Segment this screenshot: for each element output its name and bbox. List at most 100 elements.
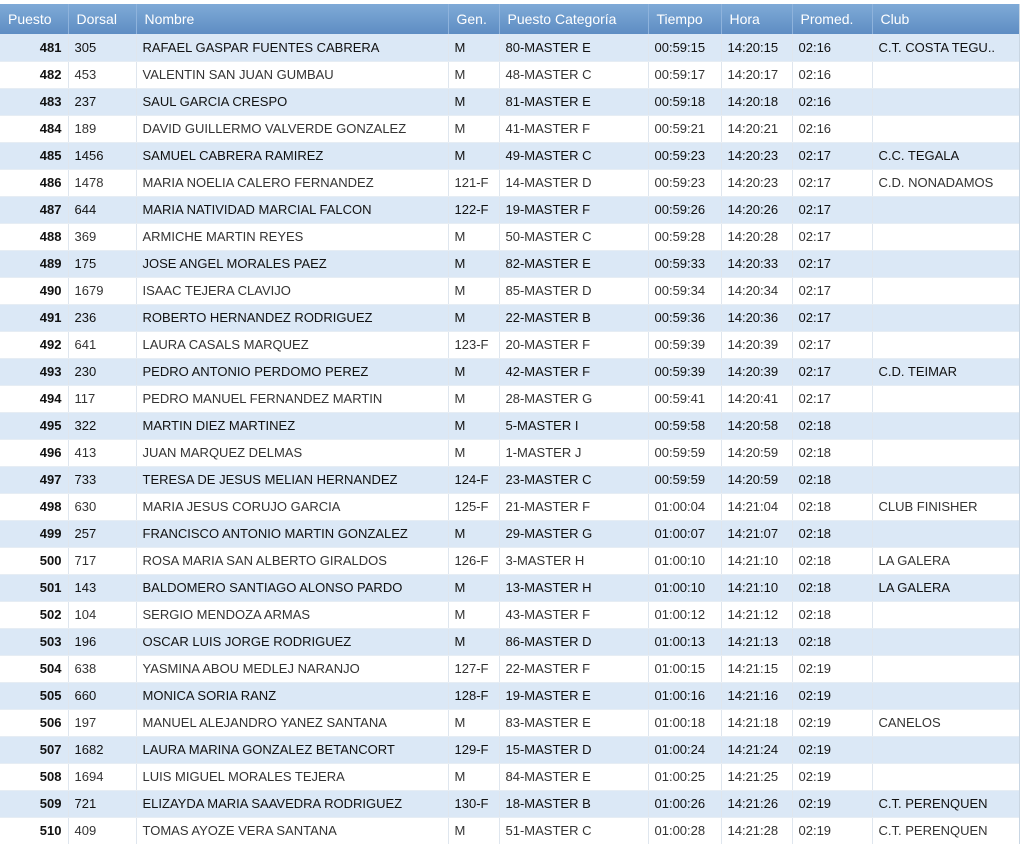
cell-tiempo: 00:59:39 — [648, 331, 722, 359]
cell-hora: 14:21:18 — [721, 709, 793, 737]
column-header-dorsal[interactable]: Dorsal — [68, 4, 137, 34]
table-row[interactable]: 501 143 BALDOMERO SANTIAGO ALONSO PARDO M 13… — [0, 574, 1019, 602]
table-row[interactable]: 493 230 PEDRO ANTONIO PERDOMO PEREZ M 42-MAS… — [0, 358, 1019, 386]
cell-gen: 122-F — [448, 196, 500, 224]
cell-promed: 02:18 — [792, 628, 873, 656]
cell-puesto: 509 — [0, 790, 69, 818]
table-row[interactable]: 508 1694 LUIS MIGUEL MORALES TEJERA M 84-MAS… — [0, 763, 1019, 791]
cell-dorsal: 257 — [68, 520, 137, 548]
cell-puesto-categoria: 19-MASTER F — [499, 196, 649, 224]
cell-nombre: JUAN MARQUEZ DELMAS — [136, 439, 449, 467]
cell-puesto-categoria: 50-MASTER C — [499, 223, 649, 251]
column-header-club[interactable]: Club — [872, 4, 1019, 34]
table-row[interactable]: 496 413 JUAN MARQUEZ DELMAS M 1-MASTER J 00:5… — [0, 439, 1019, 467]
table-row[interactable]: 500 717 ROSA MARIA SAN ALBERTO GIRALDOS 126… — [0, 547, 1019, 575]
cell-hora: 14:20:21 — [721, 115, 793, 143]
cell-puesto: 503 — [0, 628, 69, 656]
cell-promed: 02:17 — [792, 250, 873, 278]
cell-puesto-categoria: 82-MASTER E — [499, 250, 649, 278]
table-row[interactable]: 488 369 ARMICHE MARTIN REYES M 50-MASTER C 00… — [0, 223, 1019, 251]
cell-puesto: 494 — [0, 385, 69, 413]
cell-tiempo: 01:00:04 — [648, 493, 722, 521]
table-row[interactable]: 490 1679 ISAAC TEJERA CLAVIJO M 85-MASTER D0… — [0, 277, 1019, 305]
cell-tiempo: 00:59:39 — [648, 358, 722, 386]
table-row[interactable]: 499 257 FRANCISCO ANTONIO MARTIN GONZALEZ M… — [0, 520, 1019, 548]
table-row[interactable]: 485 1456 SAMUEL CABRERA RAMIREZ M 49-MASTER … — [0, 142, 1019, 170]
cell-promed: 02:19 — [792, 817, 873, 844]
cell-dorsal: 409 — [68, 817, 137, 844]
cell-puesto-categoria: 83-MASTER E — [499, 709, 649, 737]
cell-puesto: 498 — [0, 493, 69, 521]
cell-club — [872, 763, 1019, 791]
cell-promed: 02:16 — [792, 61, 873, 89]
cell-puesto: 497 — [0, 466, 69, 494]
cell-promed: 02:17 — [792, 223, 873, 251]
table-row[interactable]: 482 453 VALENTIN SAN JUAN GUMBAU M 48-MASTER… — [0, 61, 1019, 89]
table-row[interactable]: 510 409 TOMAS AYOZE VERA SANTANA M 51-MASTER… — [0, 817, 1019, 844]
table-row[interactable]: 495 322 MARTIN DIEZ MARTINEZ M 5-MASTER I 00:… — [0, 412, 1019, 440]
cell-tiempo: 00:59:23 — [648, 169, 722, 197]
cell-puesto-categoria: 15-MASTER D — [499, 736, 649, 764]
table-row[interactable]: 489 175 JOSE ANGEL MORALES PAEZ M 82-MASTER … — [0, 250, 1019, 278]
cell-nombre: ELIZAYDA MARIA SAAVEDRA RODRIGUEZ — [136, 790, 449, 818]
cell-puesto-categoria: 42-MASTER F — [499, 358, 649, 386]
cell-promed: 02:18 — [792, 574, 873, 602]
cell-hora: 14:21:28 — [721, 817, 793, 844]
cell-hora: 14:20:26 — [721, 196, 793, 224]
cell-puesto-categoria: 43-MASTER F — [499, 601, 649, 629]
table-row[interactable]: 502 104 SERGIO MENDOZA ARMAS M 43-MASTER F 01… — [0, 601, 1019, 629]
cell-promed: 02:18 — [792, 547, 873, 575]
table-row[interactable]: 503 196 OSCAR LUIS JORGE RODRIGUEZ M 86-MAST… — [0, 628, 1019, 656]
cell-puesto-categoria: 41-MASTER F — [499, 115, 649, 143]
column-header-nombre[interactable]: Nombre — [136, 4, 449, 34]
cell-nombre: MANUEL ALEJANDRO YANEZ SANTANA — [136, 709, 449, 737]
cell-club — [872, 277, 1019, 305]
cell-dorsal: 1679 — [68, 277, 137, 305]
cell-nombre: OSCAR LUIS JORGE RODRIGUEZ — [136, 628, 449, 656]
table-row[interactable]: 505 660 MONICA SORIA RANZ 128-F 19-MASTER E0… — [0, 682, 1019, 710]
table-row[interactable]: 504 638 YASMINA ABOU MEDLEJ NARANJO 127-F 22… — [0, 655, 1019, 683]
column-header-tiempo[interactable]: Tiempo — [648, 4, 722, 34]
cell-club — [872, 385, 1019, 413]
cell-nombre: SAUL GARCIA CRESPO — [136, 88, 449, 116]
cell-dorsal: 143 — [68, 574, 137, 602]
cell-nombre: JOSE ANGEL MORALES PAEZ — [136, 250, 449, 278]
table-row[interactable]: 509 721 ELIZAYDA MARIA SAAVEDRA RODRIGUEZ 1… — [0, 790, 1019, 818]
cell-club: C.T. PERENQUEN — [872, 817, 1019, 844]
table-row[interactable]: 498 630 MARIA JESUS CORUJO GARCIA 125-F 21-M… — [0, 493, 1019, 521]
table-row[interactable]: 507 1682 LAURA MARINA GONZALEZ BETANCORT 12… — [0, 736, 1019, 764]
table-row[interactable]: 487 644 MARIA NATIVIDAD MARCIAL FALCON 122-… — [0, 196, 1019, 224]
cell-puesto-categoria: 13-MASTER H — [499, 574, 649, 602]
cell-puesto-categoria: 3-MASTER H — [499, 547, 649, 575]
table-row[interactable]: 484 189 DAVID GUILLERMO VALVERDE GONZALEZ M… — [0, 115, 1019, 143]
cell-club — [872, 61, 1019, 89]
column-header-hora[interactable]: Hora — [721, 4, 793, 34]
cell-gen: M — [448, 439, 500, 467]
cell-puesto-categoria: 21-MASTER F — [499, 493, 649, 521]
cell-hora: 14:21:26 — [721, 790, 793, 818]
cell-promed: 02:17 — [792, 304, 873, 332]
column-header-promed[interactable]: Promed. — [792, 4, 873, 34]
cell-promed: 02:18 — [792, 466, 873, 494]
cell-tiempo: 00:59:26 — [648, 196, 722, 224]
cell-nombre: SERGIO MENDOZA ARMAS — [136, 601, 449, 629]
cell-gen: 124-F — [448, 466, 500, 494]
cell-club: CLUB FINISHER — [872, 493, 1019, 521]
table-row[interactable]: 506 197 MANUEL ALEJANDRO YANEZ SANTANA M 83-… — [0, 709, 1019, 737]
table-row[interactable]: 494 117 PEDRO MANUEL FERNANDEZ MARTIN M 28-M… — [0, 385, 1019, 413]
column-header-puesto-categoria[interactable]: Puesto Categoría — [499, 4, 649, 34]
table-row[interactable]: 483 237 SAUL GARCIA CRESPO M 81-MASTER E 00:5… — [0, 88, 1019, 116]
cell-promed: 02:19 — [792, 682, 873, 710]
cell-gen: M — [448, 88, 500, 116]
table-row[interactable]: 497 733 TERESA DE JESUS MELIAN HERNANDEZ 12… — [0, 466, 1019, 494]
column-header-gen[interactable]: Gen. — [448, 4, 500, 34]
cell-club: C.D. TEIMAR — [872, 358, 1019, 386]
column-header-puesto[interactable]: Puesto — [0, 4, 69, 34]
table-row[interactable]: 481 305 RAFAEL GASPAR FUENTES CABRERA M 80-M… — [0, 34, 1019, 62]
table-row[interactable]: 492 641 LAURA CASALS MARQUEZ 123-F 20-MASTER… — [0, 331, 1019, 359]
cell-nombre: RAFAEL GASPAR FUENTES CABRERA — [136, 34, 449, 62]
table-row[interactable]: 486 1478 MARIA NOELIA CALERO FERNANDEZ 121-… — [0, 169, 1019, 197]
cell-puesto-categoria: 20-MASTER F — [499, 331, 649, 359]
cell-nombre: LAURA MARINA GONZALEZ BETANCORT — [136, 736, 449, 764]
table-row[interactable]: 491 236 ROBERTO HERNANDEZ RODRIGUEZ M 22-MAS… — [0, 304, 1019, 332]
